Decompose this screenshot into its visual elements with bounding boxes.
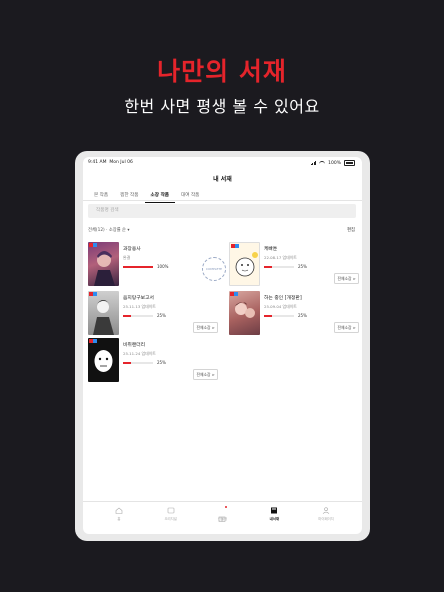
promo-title: 나만의 서재	[157, 57, 287, 86]
cover-art	[94, 251, 115, 286]
progress-percent: 100%	[157, 263, 169, 269]
cover-art	[93, 300, 114, 335]
status-icons: 100%	[310, 160, 355, 166]
item-title: 하는 중인 [개정판]	[264, 296, 302, 301]
cover-art	[94, 350, 113, 372]
book-cover	[229, 291, 260, 335]
buy-all-button[interactable]: 전체소장 >	[334, 322, 360, 333]
item-status: 25.11.24 업데이트	[123, 351, 156, 356]
library-item[interactable]: 비취랜더리 25.11.24 업데이트 25% 전체소장 >	[88, 338, 219, 388]
tab-wishlist[interactable]: 찜한 작품	[114, 189, 144, 203]
bottom-nav: 홈 오리지널 선물함 내서재 마이페이지	[83, 501, 362, 534]
progress-bar	[264, 315, 294, 317]
book-cover	[229, 242, 260, 286]
home-icon	[115, 507, 123, 514]
buy-all-button[interactable]: 전체소장 >	[334, 273, 360, 284]
book-cover	[88, 242, 119, 286]
wifi-icon	[319, 160, 326, 166]
progress-percent: 25%	[298, 312, 307, 318]
item-title: 음지탕구보고서	[123, 296, 154, 301]
edit-button[interactable]: 편집	[347, 227, 355, 233]
page-title: 내 서재	[213, 176, 232, 183]
app-screen: 9:41 AM Mon Jul 06 100% 내 서재 본 작품 찜한 작품 …	[83, 157, 362, 534]
item-title: 케빠툰	[264, 247, 278, 252]
progress-bar	[123, 315, 153, 317]
tabs-divider	[83, 200, 362, 201]
sort-filter[interactable]: 전체(12) · 소장률 순 ▾	[88, 227, 130, 233]
battery-percent: 100%	[328, 160, 341, 166]
progress-percent: 25%	[298, 263, 307, 269]
notification-dot	[225, 506, 228, 508]
status-time: 9:41 AM Mon Jul 06	[88, 160, 133, 165]
cover-badge	[230, 292, 238, 296]
tab-owned[interactable]: 소장 작품	[144, 189, 176, 203]
person-icon	[322, 507, 330, 514]
tab-rented[interactable]: 대여 작품	[175, 189, 205, 203]
book-cover	[88, 338, 119, 382]
promo-subtitle: 한번 사면 평생 볼 수 있어요	[124, 97, 320, 116]
nav-gift[interactable]: 선물함	[205, 502, 239, 534]
item-status: 25.09.04 업데이트	[264, 304, 297, 309]
library-item[interactable]: 과장용사 완결 100%	[88, 242, 218, 292]
signal-icon	[310, 160, 317, 166]
complete-stamp: COMPLETE	[202, 257, 226, 281]
book-cover	[88, 291, 119, 335]
library-icon	[271, 507, 278, 514]
cover-badge	[89, 243, 97, 247]
progress-bar	[264, 266, 294, 268]
library-item[interactable]: 하는 중인 [개정판] 25.09.04 업데이트 25% 전체소장 >	[229, 291, 360, 341]
cover-badge	[231, 244, 239, 248]
progress-percent: 25%	[157, 312, 166, 318]
gift-icon	[218, 506, 228, 522]
buy-all-button[interactable]: 전체소장 >	[193, 322, 219, 333]
cover-art	[235, 252, 258, 277]
item-status: 22.08.17 업데이트	[264, 255, 297, 260]
progress-percent: 25%	[157, 359, 166, 365]
library-item[interactable]: 케빠툰 22.08.17 업데이트 25% 전체소장 >	[229, 242, 360, 292]
original-icon	[167, 507, 174, 514]
tablet-frame: 9:41 AM Mon Jul 06 100% 내 서재 본 작품 찜한 작품 …	[75, 151, 370, 541]
progress-bar	[123, 266, 153, 268]
library-item[interactable]: 음지탕구보고서 25.11.13 업데이트 25% 전체소장 >	[88, 291, 219, 341]
progress-bar	[123, 362, 153, 364]
nav-mypage[interactable]: 마이페이지	[309, 502, 343, 534]
buy-all-button[interactable]: 전체소장 >	[193, 369, 219, 380]
item-title: 과장용사	[123, 247, 141, 252]
nav-library[interactable]: 내서재	[257, 502, 291, 534]
search-input[interactable]: 작품명 검색	[88, 204, 356, 218]
cover-badge	[89, 339, 97, 343]
nav-home[interactable]: 홈	[102, 502, 136, 534]
library-tabs: 본 작품 찜한 작품 소장 작품 대여 작품	[88, 189, 205, 203]
item-title: 비취랜더리	[123, 343, 146, 348]
cover-art	[235, 302, 255, 318]
cover-badge	[89, 292, 97, 296]
battery-icon	[344, 160, 355, 166]
nav-original[interactable]: 오리지널	[154, 502, 188, 534]
item-status: 완결	[123, 255, 131, 260]
item-status: 25.11.13 업데이트	[123, 304, 156, 309]
tab-viewed[interactable]: 본 작품	[88, 189, 114, 203]
status-bar: 9:41 AM Mon Jul 06 100%	[83, 159, 362, 167]
